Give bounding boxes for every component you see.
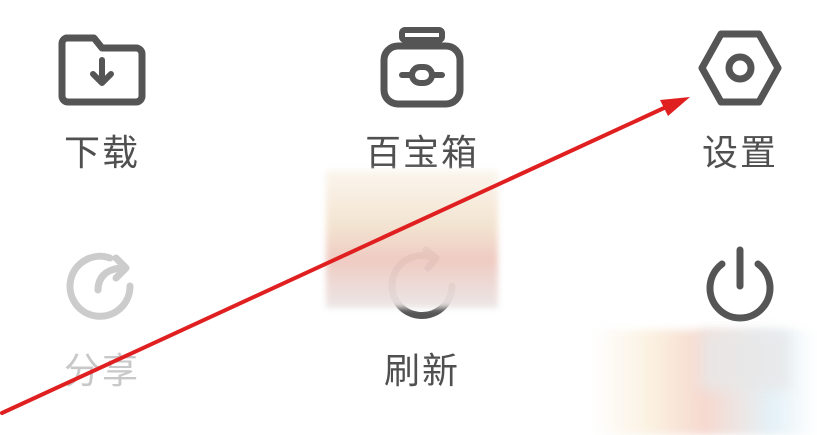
menu-item-label: 下载 [63, 133, 140, 174]
menu-item-download[interactable]: 下载 [2, 20, 202, 220]
power-icon [706, 246, 774, 322]
hexagon-gear-icon [698, 30, 782, 106]
menu-item-label: 设置 [701, 133, 778, 174]
menu-item-label: 刷新 [383, 351, 460, 392]
download-folder-icon [58, 34, 146, 106]
share-arrow-icon [66, 252, 134, 320]
toolbox-icon [380, 27, 464, 108]
bottom-menu-panel: 下载 百宝箱 设置 分享 刷新 [0, 0, 817, 435]
blurred-overlay [700, 330, 790, 390]
blurred-overlay [326, 170, 498, 308]
menu-item-share[interactable]: 分享 [2, 238, 202, 435]
menu-item-label: 分享 [63, 351, 140, 392]
menu-item-settings[interactable]: 设置 [640, 20, 817, 220]
